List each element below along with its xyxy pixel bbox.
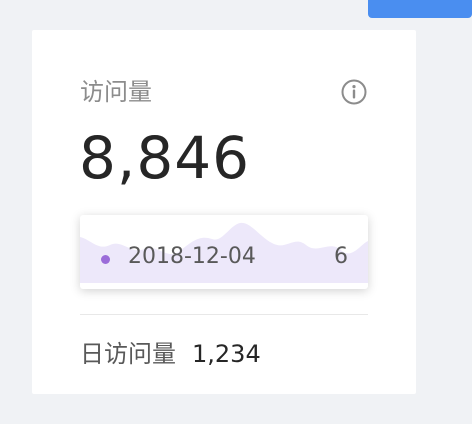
daily-visits-label: 日访问量 xyxy=(80,340,176,368)
card-divider xyxy=(80,314,368,315)
tooltip-date: 2018-12-04 xyxy=(128,244,256,269)
info-circle-icon-svg xyxy=(341,79,367,105)
top-accent-bar[interactable] xyxy=(368,0,472,18)
mini-area-chart[interactable]: 2018-12-04 6 xyxy=(80,215,368,289)
total-visits-value: 8,846 xyxy=(79,124,251,192)
tooltip-value: 6 xyxy=(334,244,348,269)
daily-visits-row: 日访问量 1,234 xyxy=(80,340,261,368)
info-circle-icon[interactable] xyxy=(340,78,368,106)
tooltip-marker-dot xyxy=(101,255,110,264)
daily-visits-value: 1,234 xyxy=(192,340,261,368)
card-title: 访问量 xyxy=(80,78,152,106)
chart-tooltip: 2018-12-04 6 xyxy=(80,215,368,289)
visits-card: 访问量 8,846 2018-12-04 6 日访问量 1,234 xyxy=(32,30,416,394)
